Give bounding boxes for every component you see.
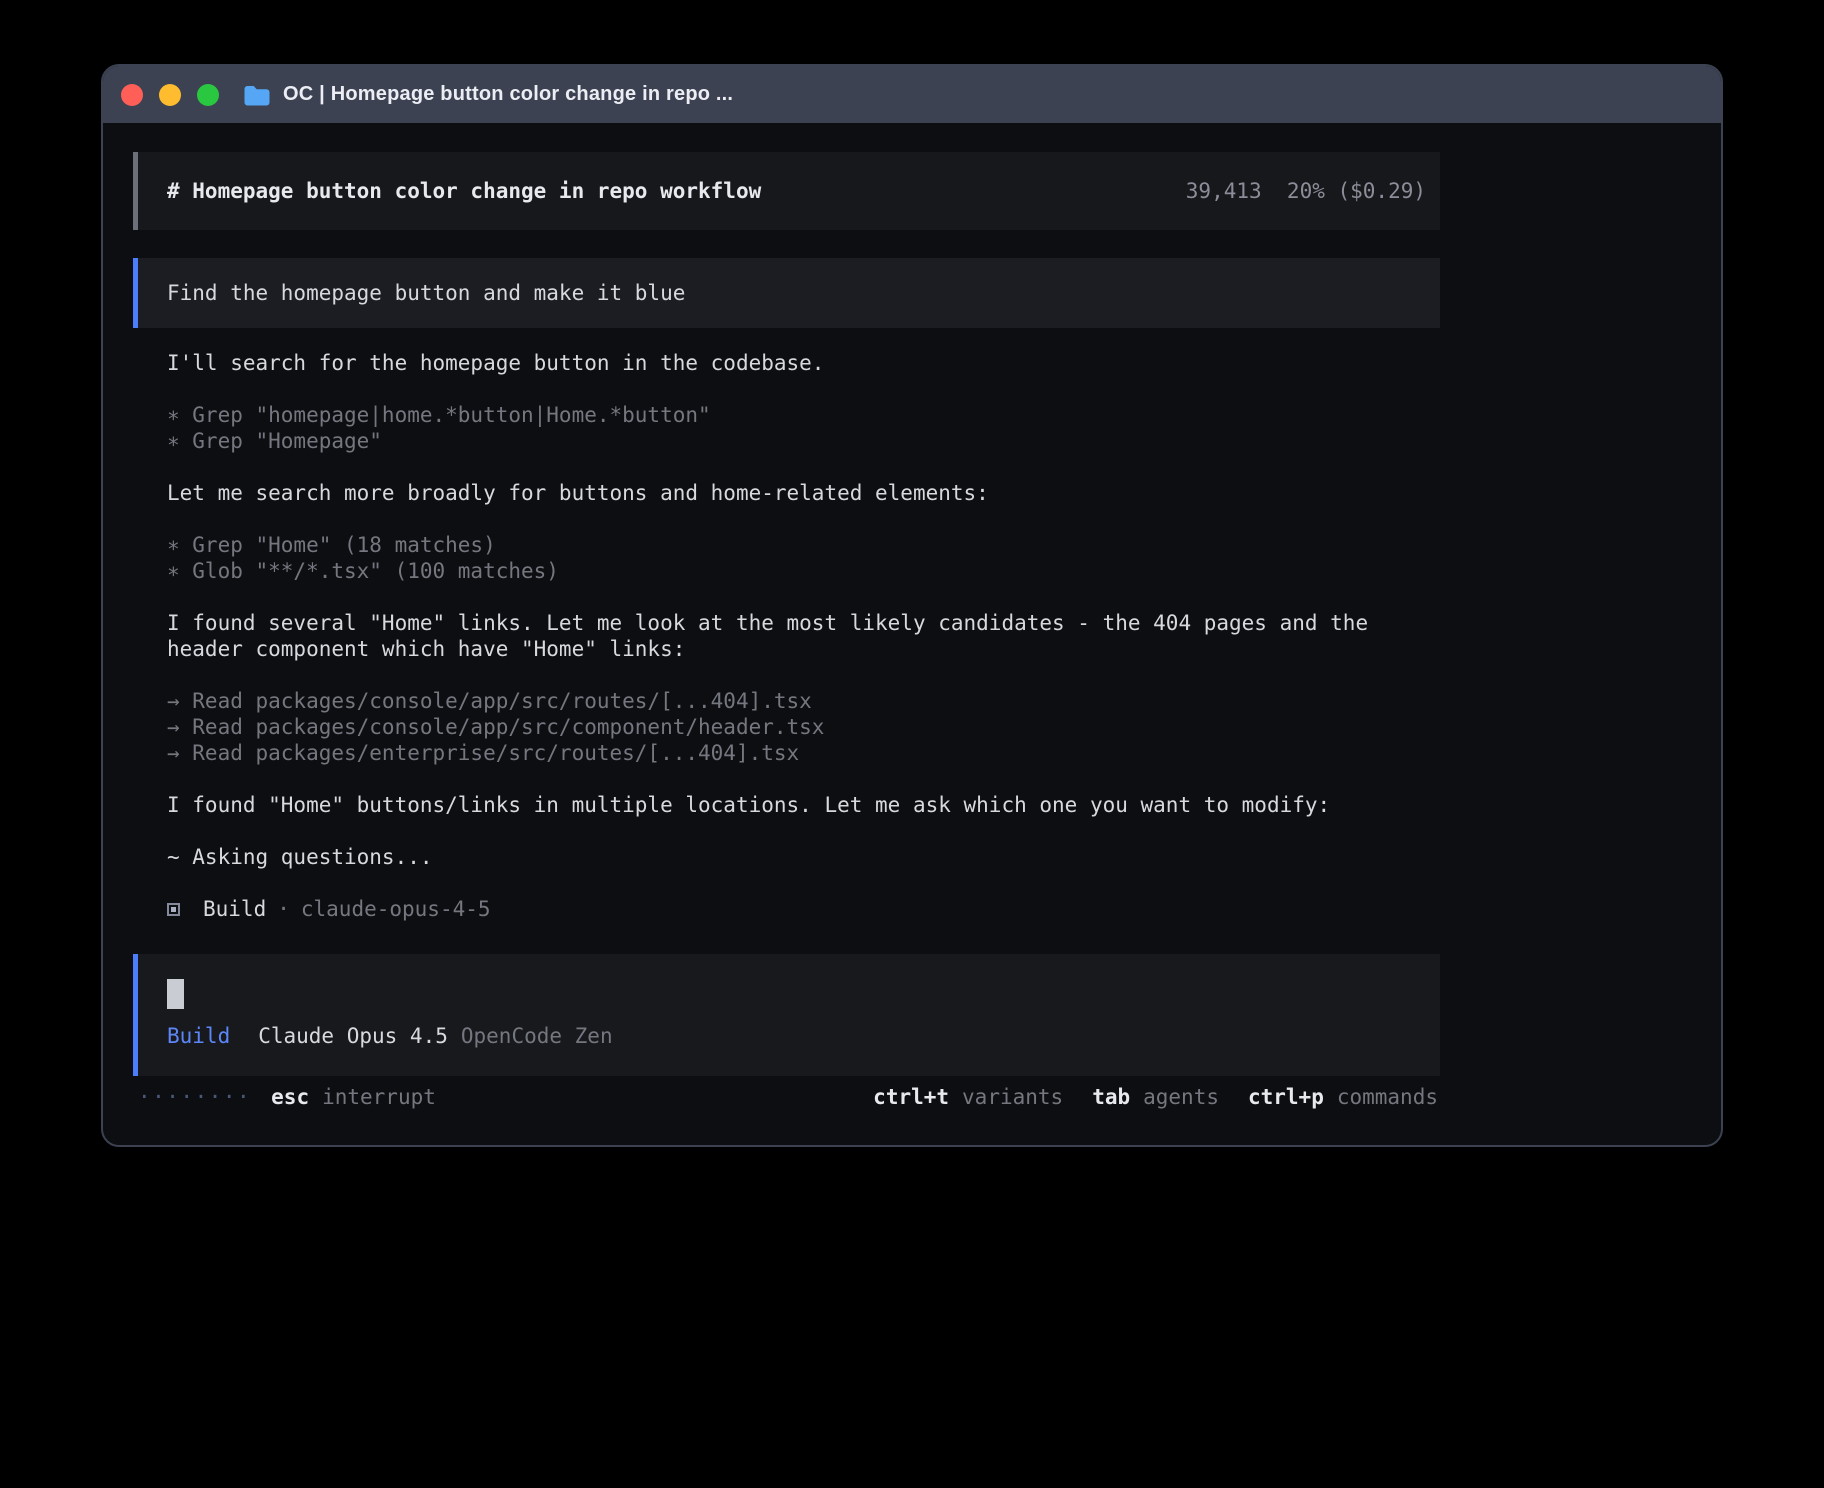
status-asking-questions: ~ Asking questions... <box>167 844 1440 870</box>
esc-key-hint: esc <box>271 1084 309 1110</box>
text-cursor <box>167 979 184 1009</box>
terminal-content: # Homepage button color change in repo w… <box>103 123 1721 1110</box>
tool-call-read: → Read packages/enterprise/src/routes/[.… <box>167 740 1440 766</box>
tool-call-grep: ∗ Grep "homepage|home.*button|Home.*butt… <box>167 402 1440 428</box>
folder-icon <box>243 84 270 106</box>
agent-name: Build <box>203 896 266 922</box>
title-bar: OC | Homepage button color change in rep… <box>103 66 1721 123</box>
provider-indicator: OpenCode Zen <box>461 1023 613 1049</box>
assistant-message: I found several "Home" links. Let me loo… <box>167 610 1440 662</box>
close-button[interactable] <box>121 84 143 106</box>
shortcut-key: ctrl+p <box>1248 1084 1324 1110</box>
user-message-text: Find the homepage button and make it blu… <box>167 281 685 305</box>
agent-icon <box>167 903 180 916</box>
shortcut-key: ctrl+t <box>873 1084 949 1110</box>
assistant-message: I'll search for the homepage button in t… <box>167 350 1440 376</box>
tool-call-grep: ∗ Grep "Home" (18 matches) <box>167 532 1440 558</box>
minimize-button[interactable] <box>159 84 181 106</box>
tool-call-read: → Read packages/console/app/src/routes/[… <box>167 688 1440 714</box>
agent-status-line: Build · claude-opus-4-5 <box>167 896 1440 922</box>
tool-call-grep: ∗ Grep "Homepage" <box>167 428 1440 454</box>
shortcut-label: variants <box>962 1084 1063 1110</box>
shortcut-agents: tab agents <box>1092 1084 1219 1110</box>
footer-left: ········ esc interrupt <box>138 1084 436 1110</box>
shortcut-label: commands <box>1337 1084 1438 1110</box>
zoom-button[interactable] <box>197 84 219 106</box>
input-status-bar: Build Claude Opus 4.5 OpenCode Zen <box>167 1023 1411 1049</box>
shortcut-key: tab <box>1092 1084 1130 1110</box>
footer-shortcuts: ctrl+t variants tab agents ctrl+p comman… <box>873 1084 1438 1110</box>
status-footer: ········ esc interrupt ctrl+t variants t… <box>133 1084 1440 1110</box>
session-title: # Homepage button color change in repo w… <box>167 178 761 204</box>
user-message: Find the homepage button and make it blu… <box>133 258 1440 328</box>
tool-call-group: ∗ Grep "Home" (18 matches) ∗ Glob "**/*.… <box>167 532 1440 584</box>
tool-call-group: → Read packages/console/app/src/routes/[… <box>167 688 1440 766</box>
shortcut-label: agents <box>1143 1084 1219 1110</box>
tool-call-read: → Read packages/console/app/src/componen… <box>167 714 1440 740</box>
mode-indicator: Build <box>167 1023 230 1049</box>
assistant-message: Let me search more broadly for buttons a… <box>167 480 1440 506</box>
agent-separator: · <box>277 896 290 922</box>
esc-key-label: interrupt <box>322 1084 436 1110</box>
terminal-window: OC | Homepage button color change in rep… <box>101 64 1723 1147</box>
agent-model: claude-opus-4-5 <box>301 896 491 922</box>
model-indicator: Claude Opus 4.5 <box>258 1023 448 1049</box>
tool-call-group: ∗ Grep "homepage|home.*button|Home.*butt… <box>167 402 1440 454</box>
window-title: OC | Homepage button color change in rep… <box>283 83 733 106</box>
assistant-transcript: I'll search for the homepage button in t… <box>133 350 1440 922</box>
tool-call-glob: ∗ Glob "**/*.tsx" (100 matches) <box>167 558 1440 584</box>
assistant-message: I found "Home" buttons/links in multiple… <box>167 792 1440 818</box>
session-header: # Homepage button color change in repo w… <box>133 152 1440 230</box>
spinner-dots: ········ <box>138 1084 251 1110</box>
shortcut-commands: ctrl+p commands <box>1248 1084 1438 1110</box>
token-usage-stats: 39,413 20% ($0.29) <box>1186 178 1426 204</box>
window-controls <box>121 84 219 106</box>
prompt-input[interactable]: Build Claude Opus 4.5 OpenCode Zen <box>133 954 1440 1076</box>
shortcut-variants: ctrl+t variants <box>873 1084 1063 1110</box>
